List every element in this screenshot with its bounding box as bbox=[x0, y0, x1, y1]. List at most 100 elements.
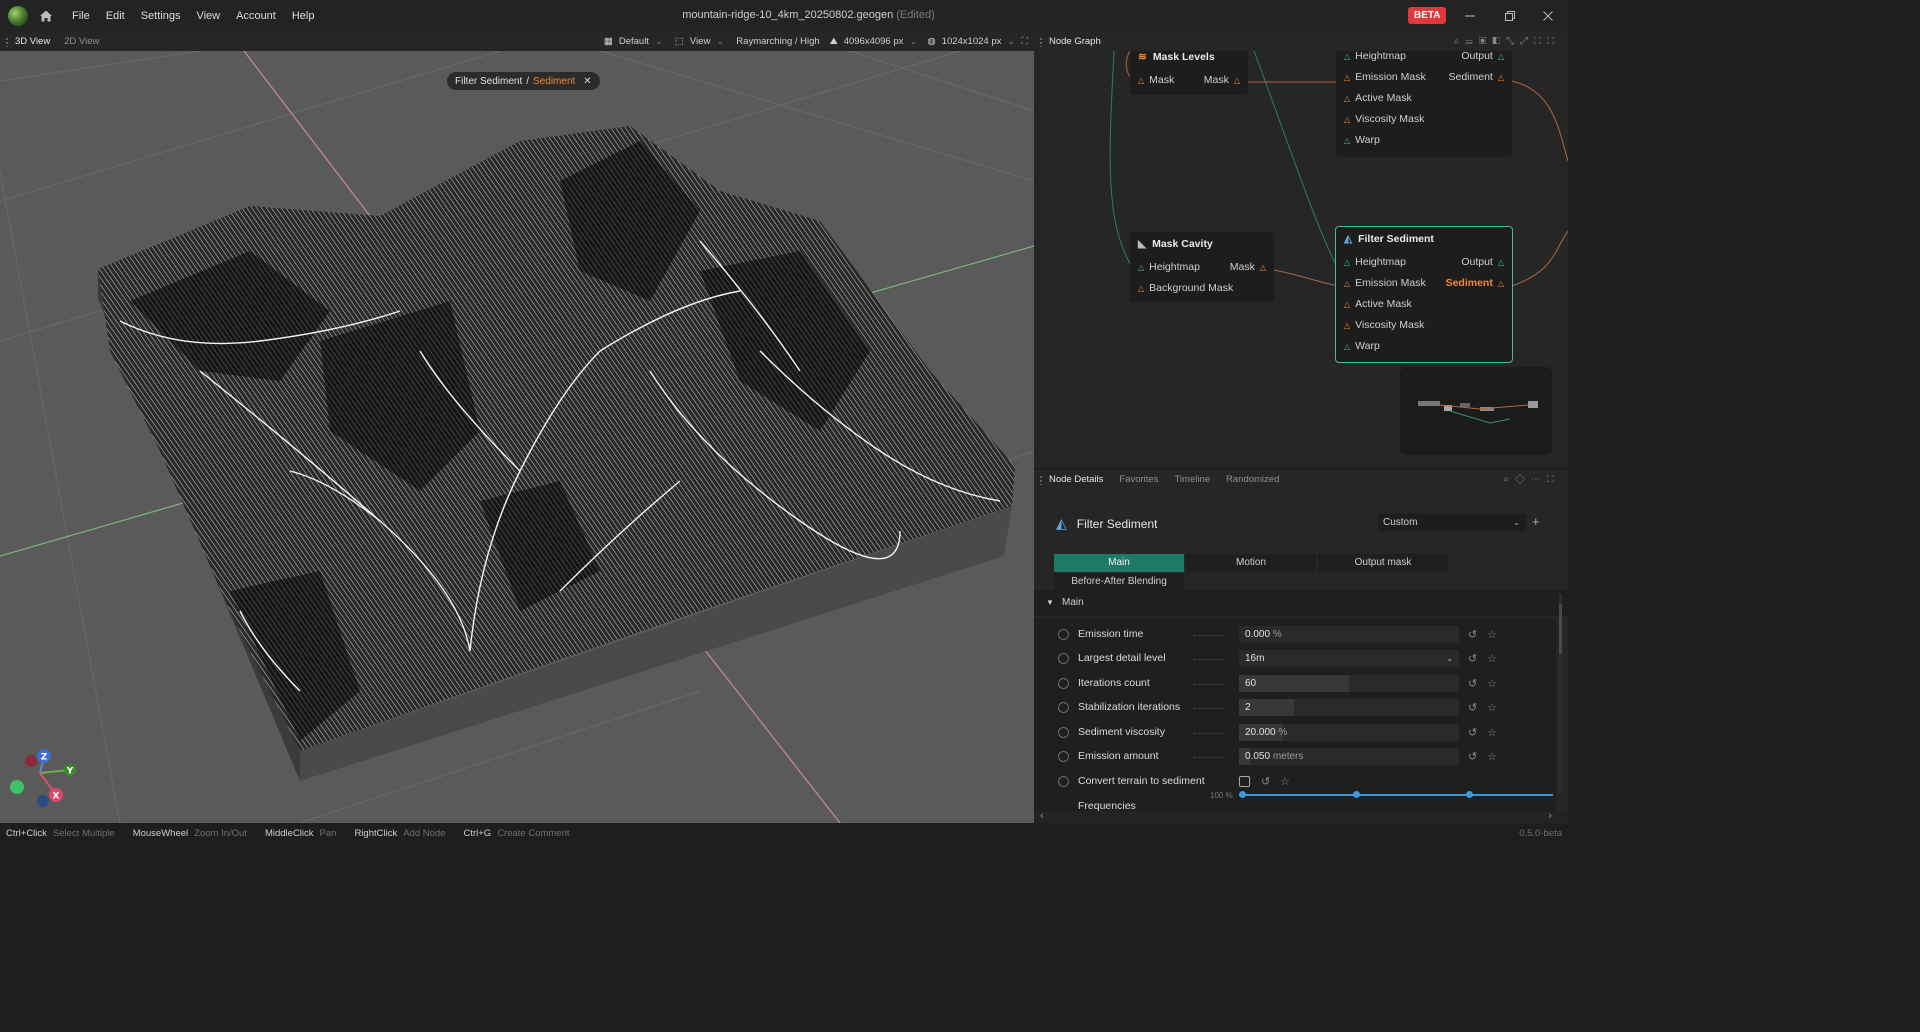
reset-icon[interactable]: ↺ bbox=[1468, 701, 1477, 714]
port-icon[interactable]: △ bbox=[1344, 321, 1350, 330]
chevron-down-icon[interactable]: ⌄ bbox=[1007, 36, 1015, 47]
param-tab-before-after-blending[interactable]: Before-After Blending bbox=[1054, 573, 1184, 591]
param-expose-toggle[interactable] bbox=[1058, 726, 1069, 738]
reset-icon[interactable]: ↺ bbox=[1468, 628, 1477, 641]
port-icon[interactable]: △ bbox=[1138, 284, 1144, 293]
menu-file[interactable]: File bbox=[64, 10, 98, 22]
star-icon[interactable]: ☆ bbox=[1487, 701, 1497, 714]
param-value-field[interactable]: 0.000 % bbox=[1239, 625, 1459, 643]
slider-knob[interactable] bbox=[1353, 791, 1360, 798]
details-scrollbar[interactable] bbox=[1558, 594, 1563, 794]
param-value-field[interactable]: 2 bbox=[1239, 698, 1459, 716]
reset-icon[interactable]: ↺ bbox=[1468, 677, 1477, 690]
convert-terrain-checkbox[interactable] bbox=[1239, 775, 1250, 787]
port-icon[interactable]: △ bbox=[1234, 76, 1240, 85]
axis-gizmo[interactable]: Z Y X bbox=[10, 749, 76, 807]
param-value-field[interactable]: 20.000 % bbox=[1239, 723, 1459, 741]
menu-edit[interactable]: Edit bbox=[98, 10, 133, 22]
details-horizontal-scrollbar[interactable]: ‹ › bbox=[1034, 810, 1568, 823]
node-filter-sediment[interactable]: ◭ Filter Sediment △ Heightmap Output △ △ Emis… bbox=[1335, 226, 1513, 363]
node-mask-levels[interactable]: ≋ Mask Levels △ Mask Mask △ bbox=[1130, 51, 1248, 95]
port-icon[interactable]: △ bbox=[1344, 258, 1350, 267]
reset-icon[interactable]: ↺ bbox=[1468, 652, 1477, 665]
reset-icon[interactable]: ↺ bbox=[1468, 726, 1477, 739]
add-preset-icon[interactable]: + bbox=[1532, 514, 1540, 529]
chevron-down-icon[interactable]: ⌄ bbox=[655, 36, 663, 47]
param-value-field[interactable]: 0.050 meters bbox=[1239, 747, 1459, 765]
reset-icon[interactable]: ↺ bbox=[1261, 775, 1270, 788]
node-mask-cavity[interactable]: ◣ Mask Cavity △ Heightmap Mask △ △ Background… bbox=[1130, 232, 1274, 302]
port-icon[interactable]: △ bbox=[1344, 279, 1350, 288]
param-value-field[interactable]: 60 bbox=[1239, 674, 1459, 692]
collapse-triangle-icon[interactable]: ▼ bbox=[1046, 590, 1054, 616]
port-icon[interactable]: △ bbox=[1138, 76, 1144, 85]
home-icon[interactable] bbox=[38, 8, 54, 24]
drag-handle-icon[interactable] bbox=[5, 36, 9, 47]
port-icon[interactable]: △ bbox=[1344, 300, 1350, 309]
menu-settings[interactable]: Settings bbox=[133, 10, 189, 22]
chevron-right-icon[interactable]: › bbox=[1548, 810, 1552, 822]
close-icon[interactable]: ✕ bbox=[583, 76, 591, 87]
view-menu[interactable]: View bbox=[690, 36, 710, 47]
slider-knob[interactable] bbox=[1239, 791, 1246, 798]
node-graph-minimap[interactable] bbox=[1400, 367, 1552, 455]
menu-account[interactable]: Account bbox=[228, 10, 284, 22]
reset-icon[interactable]: ↺ bbox=[1468, 750, 1477, 763]
tab-randomized[interactable]: Randomized bbox=[1226, 474, 1279, 485]
preview-resolution-select[interactable]: 1024x1024 px bbox=[942, 36, 1002, 47]
port-icon[interactable]: △ bbox=[1344, 136, 1350, 145]
port-icon[interactable]: △ bbox=[1498, 258, 1504, 267]
tab-timeline[interactable]: Timeline bbox=[1174, 474, 1210, 485]
output-breadcrumb[interactable]: Filter Sediment / Sediment ✕ bbox=[447, 72, 600, 90]
star-icon[interactable]: ☆ bbox=[1280, 775, 1290, 788]
port-icon[interactable]: △ bbox=[1344, 342, 1350, 351]
star-icon[interactable]: ☆ bbox=[1487, 677, 1497, 690]
tab-2d-view[interactable]: 2D View bbox=[64, 36, 107, 47]
param-expose-toggle[interactable] bbox=[1058, 701, 1069, 713]
render-mode-select[interactable]: Raymarching / High bbox=[736, 36, 819, 47]
drag-handle-icon[interactable] bbox=[1039, 474, 1043, 485]
star-icon[interactable]: ☆ bbox=[1487, 750, 1497, 763]
param-value-field[interactable]: 16m ⌄ bbox=[1239, 649, 1459, 667]
port-icon[interactable]: △ bbox=[1344, 52, 1350, 61]
port-icon[interactable]: △ bbox=[1344, 73, 1350, 82]
param-expose-toggle[interactable] bbox=[1058, 677, 1069, 689]
star-icon[interactable]: ☆ bbox=[1487, 652, 1497, 665]
param-tab-output-mask[interactable]: Output mask bbox=[1318, 554, 1448, 572]
param-expose-toggle[interactable] bbox=[1058, 652, 1069, 664]
terrain-render[interactable]: Z Y X bbox=[0, 51, 1034, 823]
star-icon[interactable]: ☆ bbox=[1487, 628, 1497, 641]
viewport-3d[interactable]: Z Y X Filter Sediment / Sediment ✕ bbox=[0, 51, 1034, 823]
minimize-icon[interactable] bbox=[1462, 8, 1478, 24]
slider-knob[interactable] bbox=[1466, 791, 1473, 798]
chevron-down-icon[interactable]: ⌄ bbox=[716, 36, 724, 47]
preset-select[interactable]: Custom ⌄ bbox=[1378, 514, 1526, 531]
port-icon[interactable]: △ bbox=[1260, 263, 1266, 272]
port-icon[interactable]: △ bbox=[1344, 94, 1350, 103]
tab-favorites[interactable]: Favorites bbox=[1119, 474, 1158, 485]
layout-select[interactable]: Default bbox=[619, 36, 649, 47]
node-graph-tool-icons[interactable]: ⌕☰▣◧⤡⤢⛶⛶ bbox=[1454, 36, 1560, 47]
tab-node-details[interactable]: Node Details bbox=[1049, 474, 1103, 485]
tab-3d-view[interactable]: 3D View bbox=[15, 36, 58, 47]
node-graph-title[interactable]: Node Graph bbox=[1049, 36, 1101, 47]
param-expose-toggle[interactable] bbox=[1058, 750, 1069, 762]
menu-help[interactable]: Help bbox=[284, 10, 323, 22]
star-icon[interactable]: ☆ bbox=[1487, 726, 1497, 739]
chevron-left-icon[interactable]: ‹ bbox=[1040, 810, 1044, 822]
param-tab-main[interactable]: Main bbox=[1054, 554, 1184, 572]
chevron-down-icon[interactable]: ⌄ bbox=[909, 36, 917, 47]
details-tool-icons[interactable]: ⌕◇⋯⛶ bbox=[1503, 474, 1560, 485]
port-icon[interactable]: △ bbox=[1498, 73, 1504, 82]
drag-handle-icon[interactable] bbox=[1039, 36, 1043, 47]
resolution-select[interactable]: 4096x4096 px bbox=[844, 36, 904, 47]
port-icon[interactable]: △ bbox=[1498, 279, 1504, 288]
param-expose-toggle[interactable] bbox=[1058, 775, 1069, 787]
node-graph-canvas[interactable]: ≋ Mask Levels △ Mask Mask △ △ Heightmap Output… bbox=[1034, 51, 1568, 468]
menu-view[interactable]: View bbox=[188, 10, 228, 22]
frequencies-slider[interactable] bbox=[1239, 791, 1553, 798]
port-icon[interactable]: △ bbox=[1498, 52, 1504, 61]
param-expose-toggle[interactable] bbox=[1058, 628, 1069, 640]
close-icon[interactable] bbox=[1540, 8, 1556, 24]
maximize-icon[interactable] bbox=[1502, 8, 1518, 24]
